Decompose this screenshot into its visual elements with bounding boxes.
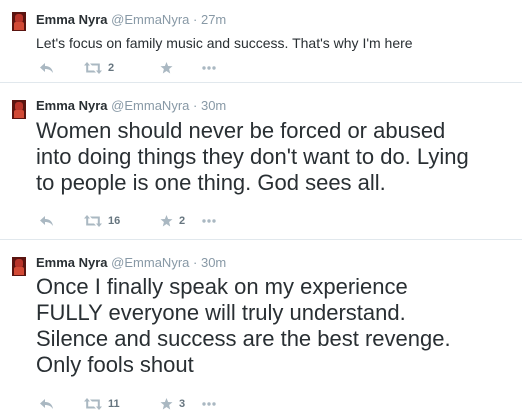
tweet-actions: 2 [36,60,276,76]
avatar[interactable] [12,12,26,31]
reply-icon [40,63,53,73]
favorite-button[interactable]: 3 [160,396,185,412]
reply-icon [40,216,53,226]
separator: · [193,12,198,27]
more-dots-icon [202,219,216,223]
tweet: Emma Nyra @EmmaNyra · 30m Women should n… [0,83,522,240]
avatar[interactable] [12,257,26,276]
reply-button[interactable] [40,396,54,412]
star-icon [160,62,173,74]
retweet-button[interactable]: 16 [84,213,120,229]
retweet-count: 11 [108,398,120,410]
retweet-icon [84,215,102,227]
favorite-button[interactable] [160,60,179,76]
author-handle[interactable]: @EmmaNyra [111,255,189,270]
more-dots-icon [202,66,216,70]
tweet: Emma Nyra @EmmaNyra · 30m Once I finally… [0,240,522,418]
tweet-header: Emma Nyra @EmmaNyra · 27m [36,12,226,27]
author-name[interactable]: Emma Nyra [36,12,108,27]
tweet-actions: 16 2 [36,213,276,229]
tweet: Emma Nyra @EmmaNyra · 27m Let's focus on… [0,0,522,83]
reply-button[interactable] [40,60,54,76]
timestamp[interactable]: 30m [201,98,226,113]
favorite-count: 2 [179,215,186,227]
author-name[interactable]: Emma Nyra [36,255,108,270]
favorite-count: 3 [179,398,186,410]
author-name[interactable]: Emma Nyra [36,98,108,113]
timestamp[interactable]: 30m [201,255,226,270]
retweet-button[interactable]: 2 [84,60,114,76]
avatar[interactable] [12,100,26,119]
reply-icon [40,399,53,409]
more-button[interactable] [202,213,216,229]
favorite-button[interactable]: 2 [160,213,185,229]
star-icon [160,398,173,410]
author-handle[interactable]: @EmmaNyra [111,98,189,113]
more-button[interactable] [202,60,216,76]
separator: · [193,98,198,113]
more-dots-icon [202,402,216,406]
tweet-text: Women should never be forced or abused i… [36,118,469,195]
tweet-text: Let's focus on family music and success.… [36,35,413,51]
retweet-icon [84,62,102,74]
star-icon [160,215,173,227]
tweet-text: Once I finally speak on my experience FU… [36,274,451,377]
retweet-count: 2 [108,62,115,74]
author-handle[interactable]: @EmmaNyra [111,12,189,27]
more-button[interactable] [202,396,216,412]
separator: · [193,255,198,270]
retweet-button[interactable]: 11 [84,396,120,412]
retweet-icon [84,398,102,410]
tweet-header: Emma Nyra @EmmaNyra · 30m [36,255,226,270]
tweet-header: Emma Nyra @EmmaNyra · 30m [36,98,226,113]
retweet-count: 16 [108,215,121,227]
timestamp[interactable]: 27m [201,12,226,27]
reply-button[interactable] [40,213,54,229]
tweet-actions: 11 3 [36,396,276,412]
